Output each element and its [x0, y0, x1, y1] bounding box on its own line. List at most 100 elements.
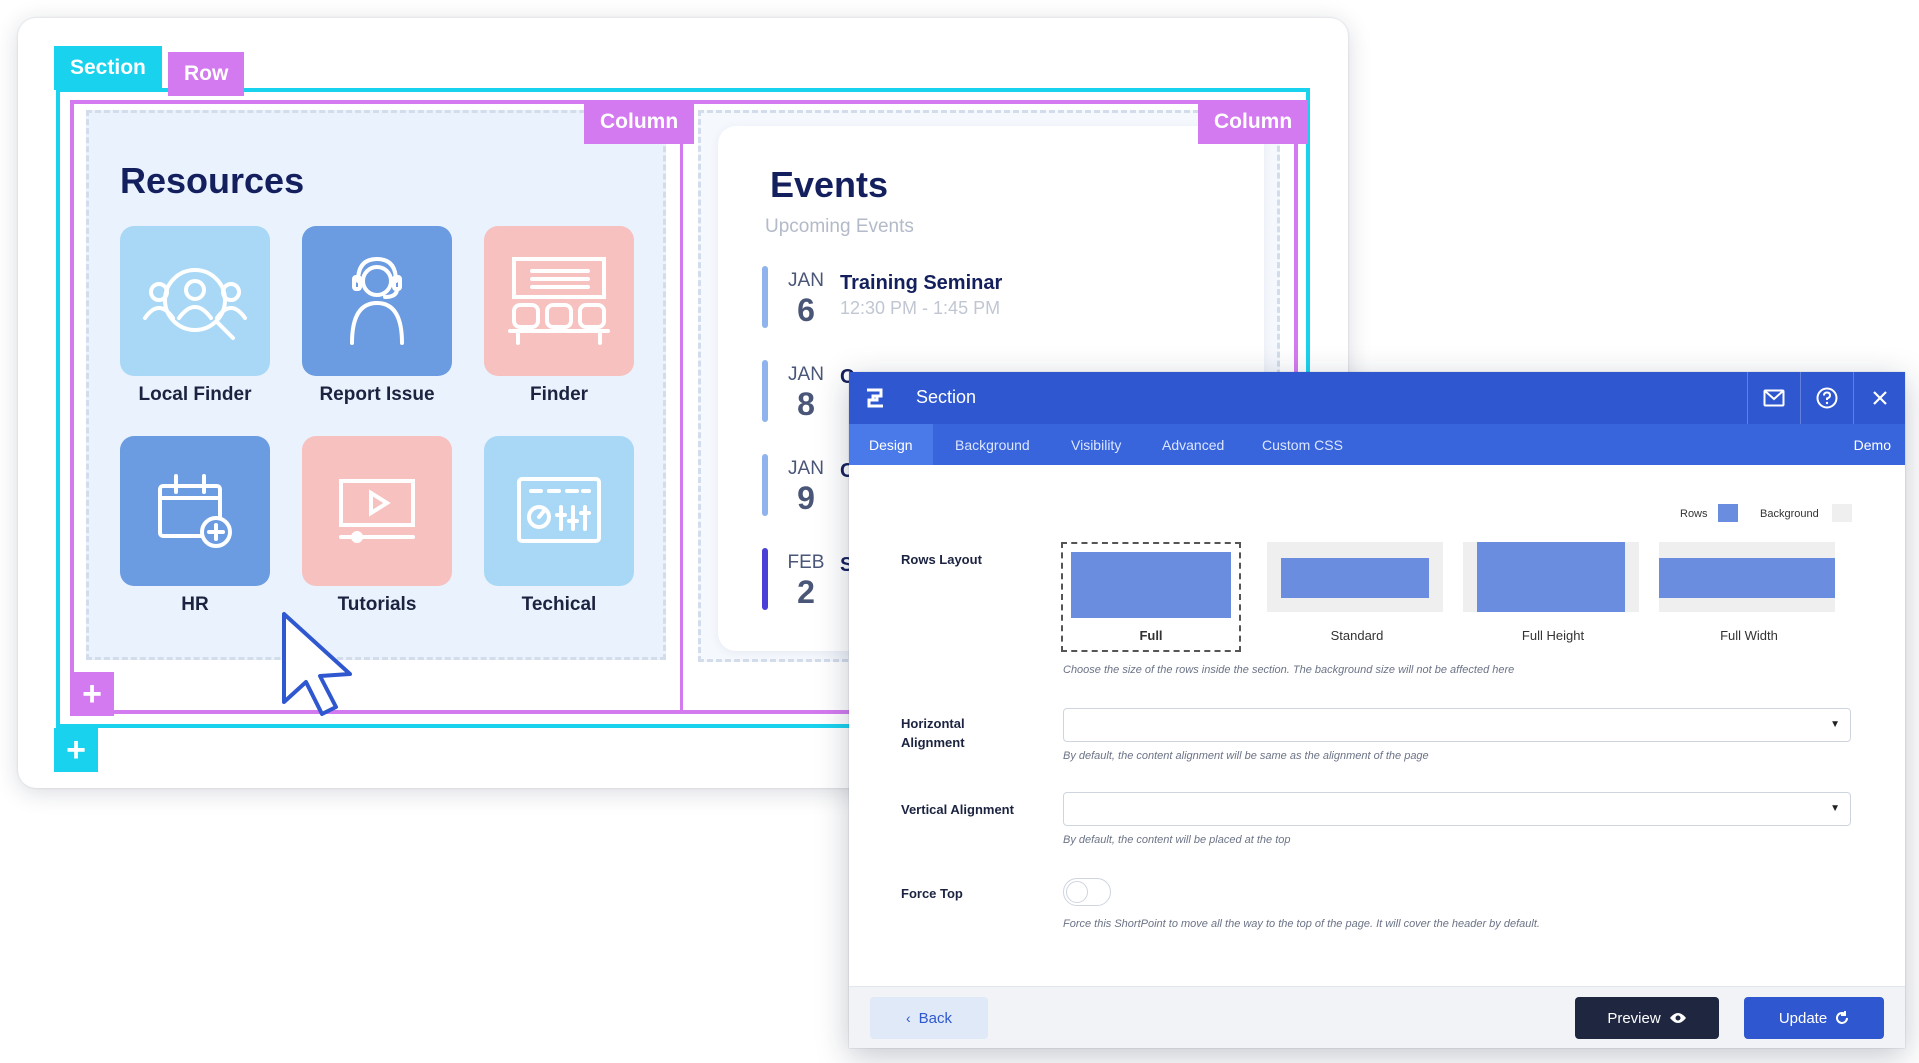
tab-design[interactable]: Design	[849, 424, 933, 465]
resources-title: Resources	[120, 160, 305, 201]
vertical-alignment-label: Vertical Alignment	[901, 802, 1014, 817]
horizontal-alignment-hint: By default, the content alignment will b…	[1063, 750, 1429, 762]
event-date-bar	[762, 360, 768, 422]
event-item[interactable]: JAN 6 Training Seminar 12:30 PM - 1:45 P…	[760, 266, 1120, 336]
force-top-hint: Force this ShortPoint to move all the wa…	[1063, 918, 1540, 930]
tile-label-finder: Finder	[529, 384, 589, 405]
people-search-icon	[143, 268, 247, 340]
full-width-preview	[1659, 558, 1835, 598]
update-button[interactable]: Update	[1744, 997, 1884, 1039]
tile-label-hr: HR	[181, 594, 209, 615]
tab-visibility[interactable]: Visibility	[1051, 424, 1141, 465]
full-height-preview	[1477, 542, 1625, 612]
event-day: 8	[797, 386, 815, 422]
dialog-title: Section	[916, 387, 977, 407]
demo-link[interactable]: Demo	[1854, 424, 1891, 465]
layout-caption-full: Full	[1139, 628, 1163, 643]
event-month: JAN	[788, 364, 824, 385]
toggle-knob	[1066, 881, 1088, 903]
full-preview	[1071, 552, 1231, 618]
update-label: Update	[1778, 1009, 1828, 1027]
dialog-footer: ‹ Back Preview Update	[849, 986, 1905, 1048]
event-day: 2	[797, 574, 815, 610]
event-date-bar	[762, 454, 768, 516]
video-player-icon	[339, 479, 415, 543]
layout-option-full[interactable]: Full	[1061, 542, 1241, 652]
legend-background-label: Background	[1760, 508, 1819, 520]
help-button[interactable]	[1800, 372, 1852, 424]
event-month: JAN	[788, 458, 824, 479]
vertical-alignment-hint: By default, the content will be placed a…	[1063, 834, 1291, 846]
mail-icon	[1763, 389, 1784, 407]
layout-caption-full-height: Full Height	[1521, 628, 1585, 643]
column-tag-1[interactable]: Column	[584, 100, 695, 144]
tile-techical[interactable]	[484, 436, 634, 586]
column-tag-2[interactable]: Column	[1198, 100, 1309, 144]
layout-caption-full-width: Full Width	[1720, 628, 1778, 643]
tile-finder[interactable]	[484, 226, 634, 376]
event-name: Training Seminar	[840, 272, 1003, 294]
tile-hr[interactable]	[120, 436, 270, 586]
event-month: JAN	[788, 270, 824, 291]
tile-label-report-issue: Report Issue	[319, 384, 435, 405]
column-divider	[680, 100, 683, 714]
layout-caption-standard: Standard	[1330, 628, 1384, 643]
calendar-add-icon	[158, 474, 232, 548]
preview-label: Preview	[1607, 1009, 1661, 1027]
mail-button[interactable]	[1747, 372, 1799, 424]
standard-preview	[1281, 558, 1429, 598]
rows-layout-label: Rows Layout	[901, 552, 982, 567]
tile-report-issue[interactable]	[302, 226, 452, 376]
refresh-icon	[1836, 1011, 1849, 1024]
event-day: 6	[797, 292, 815, 328]
add-section-button[interactable]: +	[54, 728, 98, 772]
add-row-button[interactable]: +	[70, 672, 114, 716]
support-agent-icon	[350, 256, 404, 345]
help-icon	[1816, 387, 1837, 409]
section-tag[interactable]: Section	[54, 46, 162, 90]
events-subtitle: Upcoming Events	[765, 216, 914, 237]
close-button[interactable]	[1853, 372, 1905, 424]
chevron-left-icon: ‹	[905, 1010, 911, 1026]
event-time: 12:30 PM - 1:45 PM	[840, 298, 1001, 318]
tab-background[interactable]: Background	[935, 424, 1050, 465]
cursor-arrow-icon	[282, 612, 352, 716]
layout-option-full-height[interactable]: Full Height	[1463, 542, 1643, 652]
shortpoint-logo-icon	[849, 372, 901, 424]
section-settings-dialog: Section Design Background Visibility Adv…	[849, 372, 1905, 1048]
horizontal-alignment-select[interactable]: ▼	[1063, 708, 1851, 742]
events-title: Events	[770, 164, 889, 205]
dashboard-icon	[517, 477, 601, 543]
event-date-bar	[762, 548, 768, 610]
dialog-header: Section	[849, 372, 1905, 424]
tile-local-finder[interactable]	[120, 226, 270, 376]
legend-rows-swatch	[1718, 504, 1738, 522]
rows-layout-hint: Choose the size of the rows inside the s…	[1063, 664, 1515, 676]
legend-rows-label: Rows	[1680, 508, 1708, 520]
event-day: 9	[797, 480, 815, 516]
force-top-label: Force Top	[901, 886, 963, 901]
tab-advanced[interactable]: Advanced	[1142, 424, 1244, 465]
preview-button[interactable]: Preview	[1575, 997, 1719, 1039]
legend-background-swatch	[1832, 504, 1852, 522]
tile-tutorials[interactable]	[302, 436, 452, 586]
tab-custom-css[interactable]: Custom CSS	[1242, 424, 1363, 465]
chevron-down-icon: ▼	[1830, 803, 1840, 814]
layout-option-full-width[interactable]: Full Width	[1659, 542, 1839, 652]
back-button[interactable]: ‹ Back	[870, 997, 988, 1039]
dialog-tabs: Design Background Visibility Advanced Cu…	[849, 424, 1905, 465]
layout-option-standard[interactable]: Standard	[1267, 542, 1447, 652]
vertical-alignment-select[interactable]: ▼	[1063, 792, 1851, 826]
force-top-toggle[interactable]	[1063, 878, 1111, 906]
seats-icon	[508, 257, 610, 345]
close-icon	[1872, 391, 1887, 405]
row-tag[interactable]: Row	[168, 52, 245, 96]
event-date-bar	[762, 266, 768, 328]
tile-label-local-finder: Local Finder	[138, 384, 252, 405]
event-month: FEB	[787, 552, 825, 573]
chevron-down-icon: ▼	[1830, 719, 1840, 730]
horizontal-alignment-label: Horizontal Alignment	[901, 716, 965, 750]
back-label: Back	[918, 1009, 953, 1027]
eye-icon	[1669, 1013, 1686, 1023]
tile-label-techical: Techical	[521, 594, 597, 615]
